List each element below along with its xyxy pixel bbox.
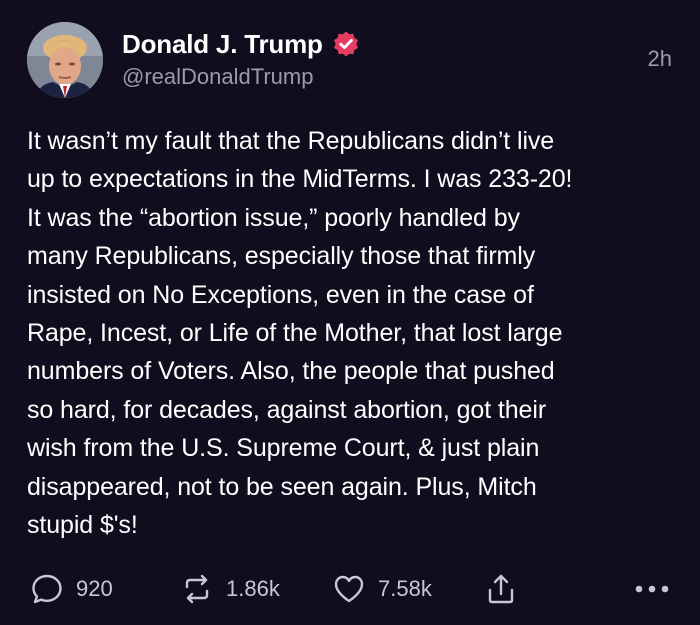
post-text-line: so hard, for decades, against abortion, … bbox=[27, 395, 547, 424]
post-card: Donald J. Trump @realDonaldTrump 2h It w… bbox=[0, 0, 700, 625]
reply-count: 920 bbox=[76, 576, 113, 601]
post-text-line: insisted on No Exceptions, even in the c… bbox=[27, 280, 534, 309]
post-timestamp[interactable]: 2h bbox=[648, 46, 672, 72]
post-text-line: many Republicans, especially those that … bbox=[27, 242, 536, 271]
repost-icon bbox=[180, 572, 214, 606]
post-text-line: stupid $'s! bbox=[27, 511, 138, 540]
share-button[interactable] bbox=[485, 568, 517, 610]
post-text-line: It was the “abortion issue,” poorly hand… bbox=[27, 203, 520, 232]
reply-button[interactable]: 920 bbox=[30, 568, 113, 610]
reply-icon bbox=[30, 572, 64, 606]
action-bar: 920 1.86k 7.58k bbox=[30, 568, 680, 610]
post-text-line: disappeared, not to be seen again. Plus,… bbox=[27, 472, 537, 501]
share-icon bbox=[485, 572, 517, 606]
avatar-image bbox=[27, 22, 103, 98]
repost-count: 1.86k bbox=[226, 576, 280, 601]
display-name[interactable]: Donald J. Trump bbox=[122, 29, 323, 60]
post-text-line: It wasn’t my fault that the Republicans … bbox=[27, 127, 555, 155]
more-icon bbox=[632, 572, 672, 606]
author-handle[interactable]: @realDonaldTrump bbox=[122, 64, 313, 90]
avatar[interactable] bbox=[27, 22, 103, 98]
like-icon bbox=[332, 572, 366, 606]
post-text-line: numbers of Voters. Also, the people that… bbox=[27, 357, 555, 386]
repost-button[interactable]: 1.86k bbox=[180, 568, 280, 610]
like-button[interactable]: 7.58k bbox=[332, 568, 432, 610]
post-text-line: Rape, Incest, or Life of the Mother, tha… bbox=[27, 319, 563, 348]
like-count: 7.58k bbox=[378, 576, 432, 601]
post-text-line: up to expectations in the MidTerms. I wa… bbox=[27, 165, 573, 194]
verified-badge-icon bbox=[332, 30, 360, 58]
more-options-button[interactable] bbox=[632, 568, 672, 610]
post-text-line: wish from the U.S. Supreme Court, & just… bbox=[27, 434, 540, 463]
post-body: It wasn’t my fault that the Republicans … bbox=[27, 122, 677, 544]
author-name-row: Donald J. Trump bbox=[122, 27, 360, 61]
